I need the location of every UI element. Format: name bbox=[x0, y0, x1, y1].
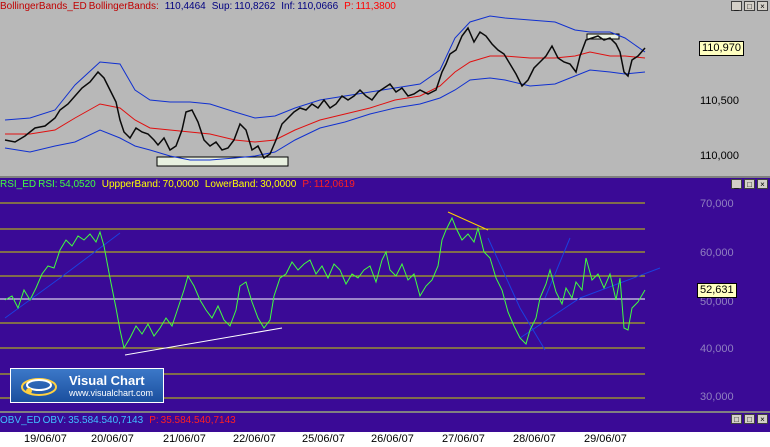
rsi-trendline-white bbox=[124, 327, 283, 356]
obv-restore-button[interactable]: □ bbox=[731, 414, 742, 424]
price-line bbox=[4, 26, 646, 160]
date-label: 25/06/07 bbox=[302, 433, 345, 445]
obv-pane[interactable]: OBV_ED OBV: 35.584.540,7143 P: 35.584.540,71… bbox=[0, 413, 770, 432]
date-label: 27/06/07 bbox=[442, 433, 485, 445]
date-label: 21/06/07 bbox=[163, 433, 206, 445]
rsi-axis-tick-60: 60,000 bbox=[700, 247, 734, 259]
current-price-box: 110,970 bbox=[699, 41, 744, 56]
logo-title: Visual Chart bbox=[69, 373, 145, 388]
obv-label: OBV: bbox=[42, 415, 67, 426]
rsi-current-value-box: 52,631 bbox=[697, 283, 737, 298]
price-pane[interactable]: BollingerBands_ED BollingerBands: 110,4464… bbox=[0, 0, 770, 176]
date-label: 19/06/07 bbox=[24, 433, 67, 445]
logo-swirl-icon bbox=[21, 378, 57, 396]
date-axis: 19/06/07 20/06/07 21/06/07 22/06/07 25/0… bbox=[0, 432, 770, 447]
obv-maximize-button[interactable]: □ bbox=[744, 414, 755, 424]
bollinger-lower-band bbox=[4, 69, 646, 161]
rsi-trendline-yellow bbox=[447, 211, 489, 231]
obv-indicator-name: OBV_ED bbox=[0, 415, 41, 426]
selection-rect-low bbox=[156, 156, 289, 167]
obv-p-value: 35.584.540,7143 bbox=[160, 415, 236, 426]
obv-p-label: P: bbox=[149, 415, 159, 426]
obv-close-button[interactable]: × bbox=[757, 414, 768, 424]
date-label: 20/06/07 bbox=[91, 433, 134, 445]
rsi-axis-tick-70: 70,000 bbox=[700, 198, 734, 210]
date-label: 26/06/07 bbox=[371, 433, 414, 445]
price-axis-tick-1: 110,500 bbox=[700, 95, 739, 107]
price-chart bbox=[4, 15, 646, 167]
logo-url: www.visualchart.com bbox=[69, 388, 154, 398]
rsi-axis-tick-30: 30,000 bbox=[700, 391, 734, 403]
bollinger-middle-band bbox=[5, 51, 646, 143]
visual-chart-logo: Visual Chart www.visualchart.com bbox=[10, 368, 164, 403]
rsi-line bbox=[4, 216, 646, 350]
obv-value: 35.584.540,7143 bbox=[68, 415, 144, 426]
date-label: 22/06/07 bbox=[233, 433, 276, 445]
date-label: 28/06/07 bbox=[513, 433, 556, 445]
obv-window-controls: □ □ × bbox=[731, 414, 768, 424]
price-axis-tick-2: 110,000 bbox=[700, 150, 739, 162]
date-label: 29/06/07 bbox=[584, 433, 627, 445]
obv-pane-header: OBV_ED OBV: 35.584.540,7143 P: 35.584.540,71… bbox=[0, 414, 770, 428]
rsi-axis-tick-40: 40,000 bbox=[700, 343, 734, 355]
